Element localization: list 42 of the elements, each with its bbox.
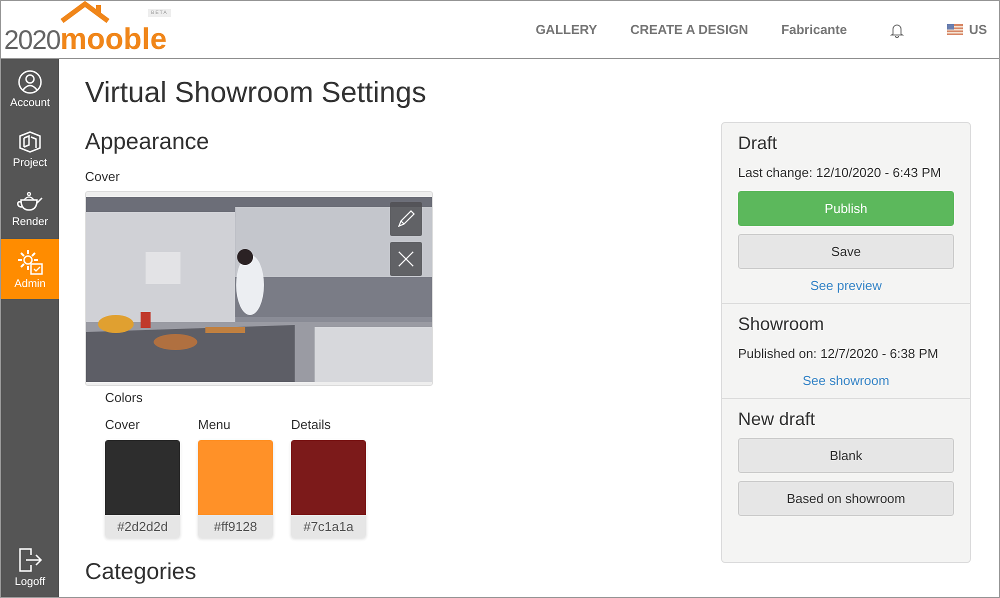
nav-link[interactable]: GALLERY xyxy=(536,22,598,37)
flag-icon xyxy=(946,24,963,35)
teapot-icon xyxy=(16,190,44,212)
page-title: Virtual Showroom Settings xyxy=(85,77,428,110)
edit-button[interactable] xyxy=(390,202,422,236)
panel-link[interactable]: See preview xyxy=(810,278,882,293)
bell-icon[interactable] xyxy=(890,22,904,38)
house-roof-icon xyxy=(60,1,110,22)
pencil-icon xyxy=(396,209,416,229)
timestamp-text: Published on: 12/7/2020 - 6:38 PM xyxy=(738,345,940,363)
nav-link[interactable]: Fabricante xyxy=(781,22,847,37)
logo-digits: 2020 xyxy=(4,24,60,54)
section-heading: Categories xyxy=(85,558,198,585)
logoff-item[interactable]: Logoff xyxy=(1,537,59,597)
panel-heading: Draft xyxy=(738,133,778,154)
color-label: Menu xyxy=(198,417,232,432)
box-icon xyxy=(18,130,42,154)
panel-button[interactable]: Blank xyxy=(738,438,954,473)
color-label: Details xyxy=(291,417,332,432)
panel-button[interactable]: Based on showroom xyxy=(738,481,954,516)
field-label: Cover xyxy=(85,169,121,184)
panel-heading: New draft xyxy=(738,409,816,430)
close-icon xyxy=(397,250,415,268)
panel-link[interactable]: See showroom xyxy=(802,373,890,388)
person-icon xyxy=(18,70,42,94)
panel-button[interactable]: Save xyxy=(738,234,954,269)
language-label[interactable]: US xyxy=(968,22,987,37)
remove-button[interactable] xyxy=(390,242,422,276)
logo-word: mooble xyxy=(60,24,167,54)
section-heading: Appearance xyxy=(85,128,210,155)
color-code: #7c1a1a xyxy=(291,515,366,538)
color-code: #2d2d2d xyxy=(105,515,180,538)
sidebar-item[interactable]: Project xyxy=(1,119,59,179)
color-code: #ff9128 xyxy=(198,515,273,538)
field-label: Colors xyxy=(105,390,144,405)
exit-icon xyxy=(17,546,43,572)
panel-heading: Showroom xyxy=(738,314,826,335)
color-label: Cover xyxy=(105,417,141,432)
sidebar-item[interactable]: Render xyxy=(1,179,59,239)
sidebar-item[interactable]: Account xyxy=(1,59,59,119)
nav-link[interactable]: CREATE A DESIGN xyxy=(630,22,748,37)
timestamp-text: Last change: 12/10/2020 - 6:43 PM xyxy=(738,164,942,182)
